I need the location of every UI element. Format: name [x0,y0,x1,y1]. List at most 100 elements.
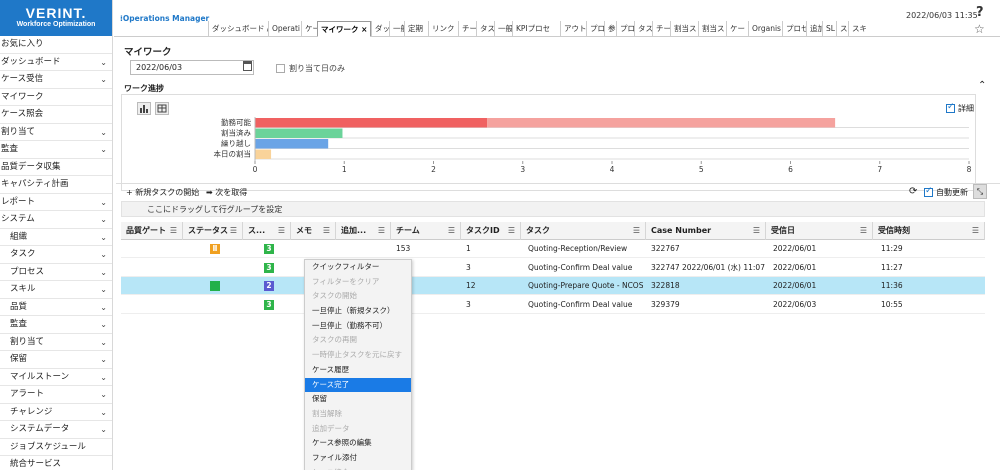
column-header[interactable]: チーム ☰ [391,222,461,240]
tab[interactable]: ケー [301,21,317,37]
chevron-down-icon[interactable]: ⌄ [100,369,107,386]
tab[interactable]: 割当ス [670,21,698,37]
column-menu-icon[interactable]: ☰ [448,222,455,239]
sidebar-item[interactable]: 保留 ⌄ [0,351,112,369]
chevron-down-icon[interactable]: ⌄ [100,54,107,71]
chevron-down-icon[interactable]: ⌄ [100,211,107,228]
chevron-down-icon[interactable]: ⌄ [100,281,107,298]
tab[interactable]: スキ [848,21,866,37]
column-header[interactable]: 受信時刻 ☰ [873,222,985,240]
tab[interactable]: 一般 [389,21,404,37]
sidebar-item[interactable]: タスク ⌄ [0,246,112,264]
sidebar-item[interactable]: 統合サービス [0,456,112,470]
chevron-down-icon[interactable]: ⌄ [100,351,107,368]
chevron-down-icon[interactable]: ⌄ [100,264,107,281]
tab[interactable]: Operati [268,21,301,37]
column-header[interactable]: タスク ☰ [521,222,646,240]
sidebar-item[interactable]: アラート ⌄ [0,386,112,404]
chevron-down-icon[interactable]: ⌄ [100,141,107,158]
column-menu-icon[interactable]: ☰ [633,222,640,239]
tab[interactable]: プロセ [782,21,806,37]
tab[interactable]: ケー [726,21,748,37]
context-menu-item[interactable]: ケース履歴 [305,363,411,378]
sidebar-item[interactable]: ダッシュボード ⌄ [0,54,112,71]
sidebar-item[interactable]: システムデータ ⌄ [0,421,112,439]
tab[interactable]: SL [822,21,836,37]
table-row[interactable]: Ⅱ 3 153 1 Quoting-Reception/Review 322767 2022… [121,240,985,258]
assigned-only-checkbox[interactable]: 割り当て日のみ [276,63,345,74]
column-header[interactable]: 追加... ☰ [336,222,391,240]
close-icon[interactable]: × [359,25,367,34]
chevron-down-icon[interactable]: ⌄ [100,404,107,421]
chevron-down-icon[interactable]: ⌄ [100,386,107,403]
column-header[interactable]: ス... ☰ [243,222,291,240]
context-menu-item[interactable]: 一旦停止（勤務不可） [305,319,411,334]
help-icon[interactable]: ? [976,5,984,20]
chevron-down-icon[interactable]: ⌄ [100,246,107,263]
verint-logo[interactable]: VERINT. Workforce Optimization [0,0,112,36]
table-row[interactable]: 333Quoting-Confirm Deal value322747 2022… [121,259,985,277]
column-menu-icon[interactable]: ☰ [230,222,237,239]
row-group-drop-zone[interactable]: ここにドラッグして行グループを設定 [121,201,985,217]
favorite-star-icon[interactable]: ☆ [974,22,985,36]
calendar-icon[interactable] [243,61,252,71]
sidebar-item[interactable]: 品質 ⌄ [0,299,112,316]
column-menu-icon[interactable]: ☰ [378,222,385,239]
sidebar-item[interactable]: ケース照会 [0,106,112,124]
tab[interactable]: 参 [604,21,616,37]
sidebar-item[interactable]: 監査 ⌄ [0,316,112,334]
get-next-button[interactable]: ➡ 次を取得 [206,187,247,198]
tab[interactable]: タス [634,21,652,37]
column-header[interactable]: ステータス ☰ [183,222,243,240]
sidebar-item[interactable]: スキル ⌄ [0,281,112,299]
tab[interactable]: 定期 [404,21,428,37]
sidebar-item[interactable]: ジョブスケジュール [0,439,112,456]
column-menu-icon[interactable]: ☰ [323,222,330,239]
expand-icon[interactable]: ⤡ [973,184,987,199]
tab[interactable]: ダッシュボード / [208,21,268,37]
checkbox-box[interactable] [276,64,285,73]
sidebar-item[interactable]: プロセス ⌄ [0,264,112,281]
chevron-down-icon[interactable]: ⌄ [100,421,107,438]
chevron-down-icon[interactable]: ⌄ [100,229,107,246]
column-menu-icon[interactable]: ☰ [860,222,867,239]
chevron-down-icon[interactable]: ⌄ [100,299,107,316]
column-menu-icon[interactable]: ☰ [753,222,760,239]
column-menu-icon[interactable]: ☰ [508,222,515,239]
column-header[interactable]: メモ ☰ [291,222,336,240]
collapse-icon[interactable]: ⌃ [978,80,986,91]
sidebar-item[interactable]: お気に入り [0,36,112,54]
chevron-down-icon[interactable]: ⌄ [100,316,107,333]
sidebar-item[interactable]: ケース受信 ⌄ [0,71,112,89]
table-row[interactable]: 333Quoting-Confirm Deal value3293792022/… [121,296,985,314]
auto-refresh-checkbox[interactable]: 自動更新 [924,186,968,198]
sidebar-item[interactable]: 割り当て ⌄ [0,334,112,351]
tab[interactable]: Organis [748,21,782,37]
tab[interactable]: チー [458,21,476,37]
column-menu-icon[interactable]: ☰ [278,222,285,239]
tab[interactable]: ス [836,21,848,37]
sidebar-item[interactable]: 組織 ⌄ [0,229,112,246]
sidebar-item[interactable]: システム ⌄ [0,211,112,229]
chevron-down-icon[interactable]: ⌄ [100,194,107,211]
tab[interactable]: チー [652,21,670,37]
tab[interactable]: タス [476,21,494,37]
context-menu-item[interactable]: ファイル添付 [305,451,411,466]
sidebar-item[interactable]: マイルストーン ⌄ [0,369,112,386]
tab[interactable]: 追加 [806,21,822,37]
sidebar-item[interactable]: 品質データ収集 [0,159,112,176]
context-menu-item[interactable]: 保留 [305,392,411,407]
tab[interactable]: KPIプロセ [512,21,560,37]
tab[interactable]: ダッ [371,21,389,37]
tab[interactable]: プロ [586,21,604,37]
tab[interactable]: アウト [560,21,586,37]
tab[interactable]: マイワーク × [317,21,371,37]
date-field[interactable]: 2022/06/03 [130,60,254,75]
chevron-down-icon[interactable]: ⌄ [100,334,107,351]
column-menu-icon[interactable]: ☰ [170,222,177,239]
sidebar-item[interactable]: マイワーク [0,89,112,106]
checkbox-checked[interactable] [924,186,933,197]
column-menu-icon[interactable]: ☰ [972,222,979,239]
tab[interactable]: 一般 [494,21,512,37]
sidebar-item[interactable]: キャパシティ計画 [0,176,112,194]
